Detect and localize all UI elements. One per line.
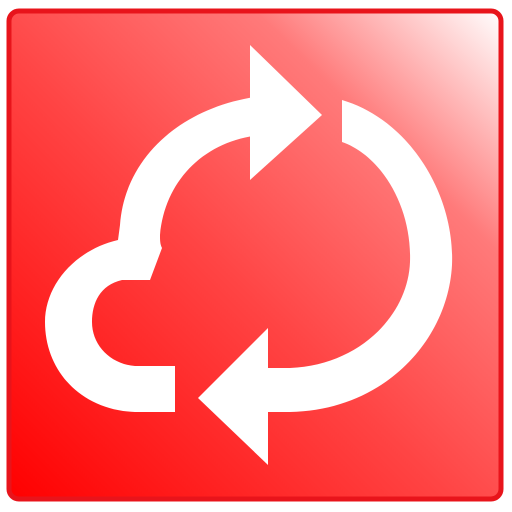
- cloud-sync-icon-graphic: [6, 8, 504, 502]
- cloud-sync-app-icon[interactable]: [0, 0, 512, 512]
